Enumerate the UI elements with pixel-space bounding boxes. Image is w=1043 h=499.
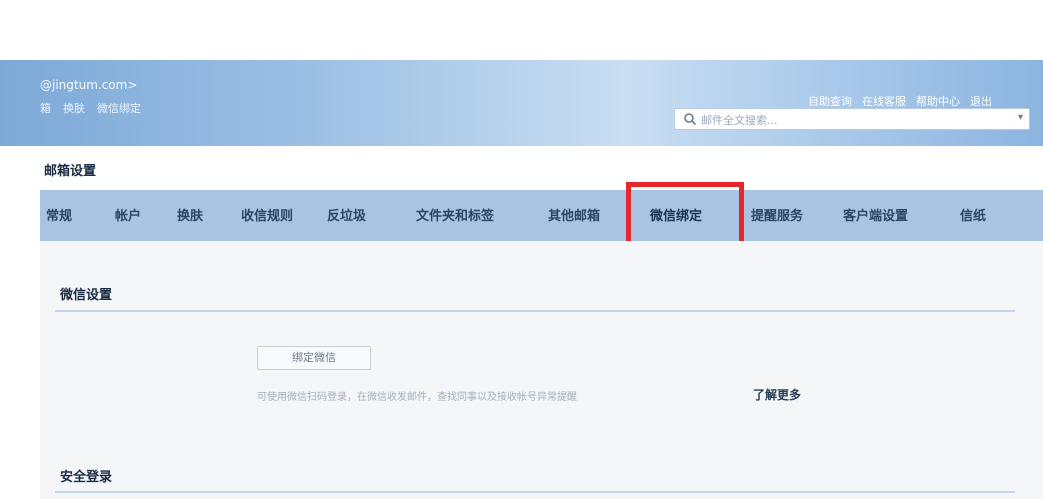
search-placeholder: 邮件全文搜索... [701, 114, 778, 127]
tab-other-mailbox[interactable]: 其他邮箱 [548, 205, 600, 224]
learn-more-link[interactable]: 了解更多 [753, 386, 801, 403]
tab-general[interactable]: 常规 [46, 205, 72, 224]
tab-spam[interactable]: 反垃圾 [327, 205, 366, 224]
tab-stationery[interactable]: 信纸 [960, 205, 986, 224]
tab-reminders[interactable]: 提醒服务 [751, 205, 803, 224]
security-section-title: 安全登录 [60, 470, 113, 485]
header-top-links: 自助查询 在线客服 帮助中心 退出 [808, 93, 992, 109]
tab-skin[interactable]: 换肤 [177, 205, 203, 224]
header-link-skin[interactable]: 换肤 [63, 100, 85, 116]
tab-folders-labels[interactable]: 文件夹和标签 [416, 205, 494, 224]
user-email: @jingtum.com> [40, 78, 138, 92]
settings-content [40, 241, 1043, 499]
chevron-down-icon[interactable]: ▾ [1018, 112, 1023, 123]
top-link-help-center[interactable]: 帮助中心 [916, 93, 960, 109]
wechat-description: 可使用微信扫码登录，在微信收发邮件，查找同事以及接收帐号异常提醒 [257, 392, 577, 403]
section-divider [55, 310, 1015, 312]
header-link-wechat[interactable]: 微信绑定 [97, 100, 141, 116]
page-title: 邮箱设置 [44, 164, 97, 179]
header-link-box[interactable]: 箱 [40, 100, 51, 116]
wechat-section-title: 微信设置 [60, 288, 113, 303]
mail-search-input[interactable]: 邮件全文搜索... ▾ [674, 108, 1030, 130]
top-link-logout[interactable]: 退出 [970, 93, 992, 109]
tab-rules[interactable]: 收信规则 [241, 205, 293, 224]
header-sublinks: 箱 换肤 微信绑定 [40, 100, 141, 116]
top-link-online-service[interactable]: 在线客服 [862, 93, 906, 109]
top-link-self-query[interactable]: 自助查询 [808, 93, 852, 109]
tab-account[interactable]: 帐户 [115, 205, 141, 224]
search-icon [684, 113, 697, 126]
tab-client-settings[interactable]: 客户端设置 [843, 205, 908, 224]
bind-wechat-button[interactable]: 绑定微信 [257, 346, 371, 370]
section-divider [55, 491, 1015, 493]
